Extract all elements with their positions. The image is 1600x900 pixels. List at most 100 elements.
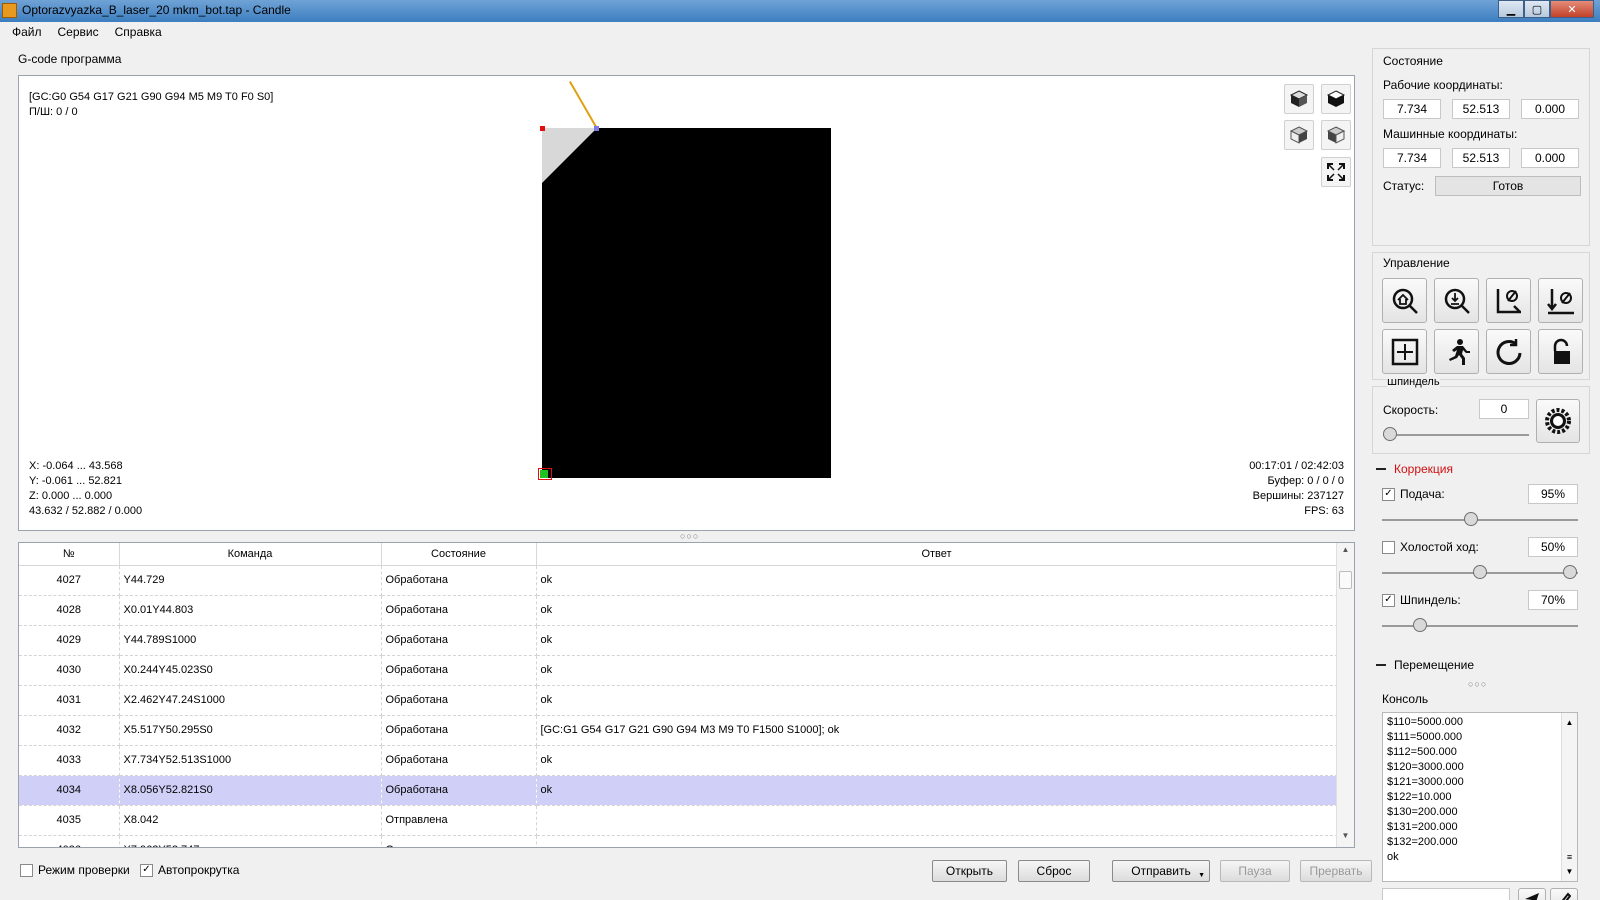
gcode-viewport[interactable]: [GC:G0 G54 G17 G21 G90 G94 M5 M9 T0 F0 S… [18, 75, 1355, 531]
collapse-icon[interactable] [1376, 468, 1386, 470]
pause-button[interactable]: Пауза [1220, 860, 1290, 882]
collapse-icon[interactable] [1376, 664, 1386, 666]
scroll-up-icon[interactable]: ▲ [1337, 545, 1354, 559]
scroll-down-icon[interactable]: ▼ [1337, 831, 1354, 845]
rapid-override-checkbox[interactable]: Холостой ход: [1382, 540, 1479, 554]
abort-button[interactable]: Прервать [1300, 860, 1372, 882]
column-header-state[interactable]: Состояние [381, 543, 537, 566]
spindle-group: Шпиндель Скорость: 0 [1372, 379, 1590, 454]
restore-origin-icon[interactable] [1382, 329, 1427, 374]
scroll-up-icon[interactable]: ▲ [1562, 715, 1577, 730]
row-number: 4028 [19, 595, 120, 626]
spindle-speed-field[interactable]: 0 [1479, 399, 1529, 419]
clear-console-icon[interactable] [1550, 888, 1578, 900]
table-row[interactable]: 4028 X0.01Y44.803 Обработана ok [19, 595, 1338, 626]
row-response: ok [536, 655, 1338, 686]
close-button[interactable]: ✕ [1550, 0, 1594, 18]
row-command: X8.042 [119, 805, 382, 836]
work-coords-label: Рабочие координаты: [1383, 78, 1503, 92]
spindle-override-field[interactable]: 70% [1528, 590, 1578, 610]
row-number: 4034 [19, 775, 120, 806]
table-row[interactable]: 4035 X8.042 Отправлена [19, 805, 1338, 836]
column-header-response[interactable]: Ответ [536, 543, 1338, 566]
menu-service[interactable]: Сервис [50, 22, 107, 42]
table-scrollbar[interactable]: ▲ ▼ [1336, 543, 1354, 847]
jog-header[interactable]: Перемещение [1376, 658, 1474, 672]
rapid-override-slider[interactable] [1473, 565, 1487, 579]
zprobe-icon[interactable] [1434, 278, 1479, 323]
check-mode-box[interactable] [20, 863, 33, 877]
row-number: 4035 [19, 805, 120, 836]
feed-override-field[interactable]: 95% [1528, 484, 1578, 504]
zero-xy-icon[interactable] [1486, 278, 1531, 323]
column-header-command[interactable]: Команда [119, 543, 382, 566]
view-iso-icon[interactable] [1284, 84, 1314, 114]
view-front-icon[interactable] [1284, 120, 1314, 150]
zero-z-icon[interactable] [1538, 278, 1583, 323]
correction-header[interactable]: Коррекция [1376, 462, 1453, 476]
autoscroll-box[interactable]: ✓ [140, 863, 153, 877]
menu-help[interactable]: Справка [107, 22, 170, 42]
rapid-override-box[interactable] [1382, 540, 1395, 554]
scroll-down-icon[interactable]: ▼ [1562, 864, 1577, 879]
send-command-icon[interactable] [1518, 888, 1546, 900]
row-response: ok [536, 775, 1338, 806]
table-row[interactable]: 4029 Y44.789S1000 Обработана ok [19, 625, 1338, 656]
open-button[interactable]: Открыть [932, 860, 1007, 882]
row-response [536, 805, 1338, 836]
table-row[interactable]: 4031 X2.462Y47.24S1000 Обработана ok [19, 685, 1338, 716]
console-line: $121=3000.000 [1387, 776, 1464, 788]
spindle-toggle-icon[interactable] [1536, 399, 1580, 443]
spindle-override-checkbox[interactable]: ✓ Шпиндель: [1382, 593, 1461, 607]
table-row[interactable]: 4032 X5.517Y50.295S0 Обработана [GC:G1 G54 … [19, 715, 1338, 746]
console-output[interactable]: $110=5000.000 $111=5000.000 $112=500.000 $1… [1382, 712, 1578, 882]
view-left-icon[interactable] [1321, 120, 1351, 150]
row-state: Отправлена [381, 805, 537, 836]
rapid-override-field[interactable]: 50% [1528, 537, 1578, 557]
row-state: Обработана [381, 745, 537, 776]
reset-button[interactable]: Сброс [1018, 860, 1090, 882]
maximize-button[interactable]: ▢ [1524, 0, 1550, 18]
spindle-speed-slider[interactable] [1383, 427, 1397, 441]
feed-override-box[interactable]: ✓ [1382, 487, 1395, 501]
status-value: Готов [1435, 176, 1581, 196]
check-mode-checkbox[interactable]: Режим проверки [20, 863, 130, 877]
send-button[interactable]: Отправить ▼ [1112, 860, 1210, 882]
fit-view-icon[interactable] [1321, 157, 1351, 187]
chevron-down-icon[interactable]: ▼ [1198, 872, 1205, 879]
table-row[interactable]: 4027 Y44.729 Обработана ok [19, 565, 1338, 596]
column-header-number[interactable]: № [19, 543, 120, 566]
autoscroll-checkbox[interactable]: ✓ Автопрокрутка [140, 863, 239, 877]
safe-position-icon[interactable] [1434, 329, 1479, 374]
menu-file[interactable]: Файл [4, 22, 50, 42]
minimize-button[interactable]: ▁ [1498, 0, 1524, 18]
right-panel: Состояние Рабочие координаты: 7.734 52.5… [1372, 42, 1594, 900]
window-title: Optorazvyazka_B_laser_20 mkm_bot.tap - C… [22, 3, 291, 17]
row-command: X8.056Y52.821S0 [119, 775, 382, 806]
spindle-override-box[interactable]: ✓ [1382, 593, 1395, 607]
rapid-override-end-knob[interactable] [1563, 565, 1577, 579]
table-row[interactable]: 4034 X8.056Y52.821S0 Обработана ok [19, 775, 1338, 806]
view-top-icon[interactable] [1321, 84, 1351, 114]
feed-override-checkbox[interactable]: ✓ Подача: [1382, 487, 1445, 501]
table-row[interactable]: 4033 X7.734Y52.513S1000 Обработана ok [19, 745, 1338, 776]
console-scrollbar[interactable]: ▲ ≡ ▼ [1561, 713, 1577, 881]
spindle-override-slider[interactable] [1412, 618, 1427, 632]
gcode-group-title: G-code программа [18, 52, 122, 66]
console-line: $111=5000.000 [1387, 731, 1463, 743]
home-icon[interactable] [1382, 278, 1427, 323]
row-response: ok [536, 745, 1338, 776]
console-command-input[interactable] [1382, 888, 1510, 900]
right-splitter-handle[interactable]: ○○○ [1468, 679, 1487, 689]
row-response: ok [536, 565, 1338, 596]
splitter-handle[interactable]: ○○○ [680, 531, 699, 541]
scroll-thumb[interactable] [1339, 571, 1352, 589]
reset-icon[interactable] [1486, 329, 1531, 374]
table-row[interactable]: 4030 X0.244Y45.023S0 Обработана ok [19, 655, 1338, 686]
row-state: Обработана [381, 655, 537, 686]
program-table[interactable]: № Команда Состояние Ответ 4027 Y44.729 Обр… [18, 542, 1355, 848]
table-row[interactable]: 4036X7.962Y52.747О [19, 835, 1338, 847]
console-line: $120=3000.000 [1387, 761, 1464, 773]
feed-override-slider[interactable] [1463, 512, 1478, 526]
unlock-icon[interactable] [1538, 329, 1583, 374]
